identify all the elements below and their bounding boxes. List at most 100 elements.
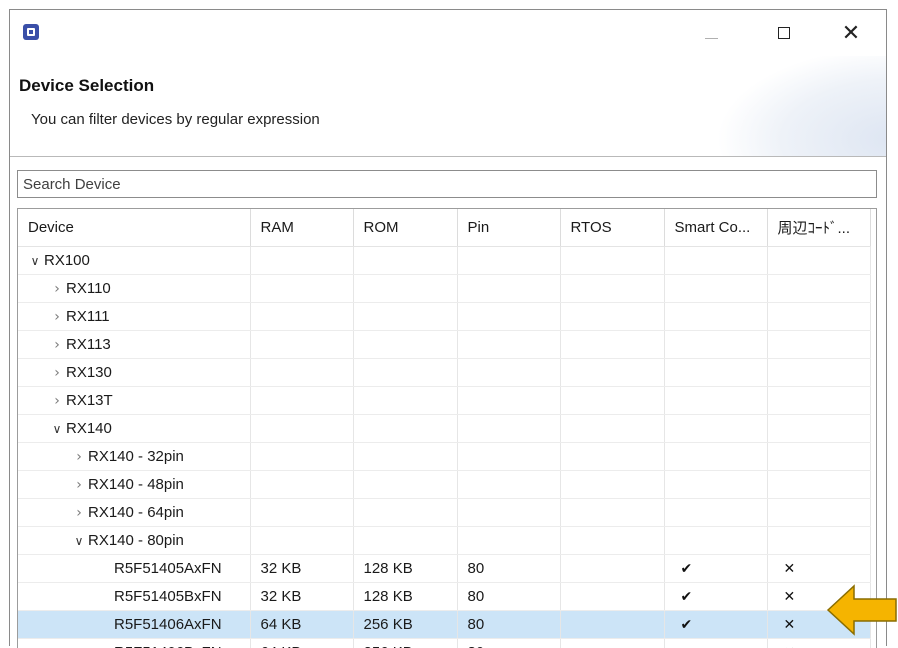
table-row[interactable]: ∨RX140 bbox=[18, 415, 870, 443]
ram-value: 32 KB bbox=[261, 588, 302, 605]
header-decoration bbox=[716, 56, 886, 156]
device-cell[interactable]: ›RX113 bbox=[18, 331, 250, 359]
chevron-down-icon[interactable]: ∨ bbox=[48, 422, 66, 436]
table-row[interactable]: R5F51405BxFN32 KB128 KB80✔✕ bbox=[18, 583, 870, 611]
table-row[interactable]: R5F51405AxFN32 KB128 KB80✔✕ bbox=[18, 555, 870, 583]
device-name: RX100 bbox=[44, 252, 90, 269]
column-header-peripheral-code[interactable]: 周辺ｺｰﾄﾞ... bbox=[767, 209, 870, 247]
chevron-right-icon[interactable]: › bbox=[48, 365, 66, 381]
cross-icon bbox=[778, 337, 784, 353]
table-row[interactable]: ›RX13T bbox=[18, 387, 870, 415]
smart-configurator-cell bbox=[664, 359, 767, 387]
maximize-button[interactable] bbox=[764, 20, 804, 48]
chevron-right-icon[interactable]: › bbox=[48, 393, 66, 409]
close-button[interactable]: ✕ bbox=[831, 20, 871, 48]
ram-cell bbox=[250, 471, 353, 499]
device-name: RX110 bbox=[66, 280, 111, 297]
column-header-device[interactable]: Device bbox=[18, 209, 250, 247]
device-cell[interactable]: ∨RX140 - 80pin bbox=[18, 527, 250, 555]
ram-cell bbox=[250, 527, 353, 555]
device-table[interactable]: Device RAM ROM Pin RTOS Smart Co... 周辺ｺｰ… bbox=[17, 208, 877, 648]
ram-value: 32 KB bbox=[261, 560, 302, 577]
peripheral-code-cell bbox=[767, 331, 870, 359]
pin-cell bbox=[457, 527, 560, 555]
device-cell[interactable]: ›RX110 bbox=[18, 275, 250, 303]
column-header-ram[interactable]: RAM bbox=[250, 209, 353, 247]
device-cell[interactable]: R5F51405BxFN bbox=[18, 583, 250, 611]
cross-icon bbox=[778, 393, 784, 409]
smart-configurator-cell bbox=[664, 443, 767, 471]
ram-cell bbox=[250, 247, 353, 275]
table-row[interactable]: ›RX130 bbox=[18, 359, 870, 387]
device-name: R5F51406AxFN bbox=[114, 616, 222, 633]
rom-cell bbox=[353, 331, 457, 359]
cross-icon bbox=[778, 477, 784, 493]
ram-cell bbox=[250, 415, 353, 443]
table-row[interactable]: ›RX110 bbox=[18, 275, 870, 303]
table-row[interactable]: R5F51406AxFN64 KB256 KB80✔✕ bbox=[18, 611, 870, 639]
rom-value: 128 KB bbox=[364, 560, 413, 577]
column-header-pin[interactable]: Pin bbox=[457, 209, 560, 247]
rtos-cell bbox=[560, 247, 664, 275]
ram-cell: 32 KB bbox=[250, 583, 353, 611]
table-row[interactable]: ›RX140 - 32pin bbox=[18, 443, 870, 471]
rtos-cell bbox=[560, 443, 664, 471]
device-cell[interactable]: R5F51406BxFN bbox=[18, 639, 250, 648]
device-cell[interactable]: ›RX140 - 64pin bbox=[18, 499, 250, 527]
ram-cell: 32 KB bbox=[250, 555, 353, 583]
column-header-rom[interactable]: ROM bbox=[353, 209, 457, 247]
chevron-down-icon[interactable]: ∨ bbox=[26, 254, 44, 268]
device-cell[interactable]: ∨RX100 bbox=[18, 247, 250, 275]
ram-cell bbox=[250, 499, 353, 527]
chevron-right-icon[interactable]: › bbox=[48, 337, 66, 353]
device-cell[interactable]: ∨RX140 bbox=[18, 415, 250, 443]
column-header-smart-configurator[interactable]: Smart Co... bbox=[664, 209, 767, 247]
close-icon: ✕ bbox=[842, 21, 860, 46]
rom-cell bbox=[353, 527, 457, 555]
app-chip-icon bbox=[23, 24, 39, 40]
table-row[interactable]: ›RX140 - 48pin bbox=[18, 471, 870, 499]
device-cell[interactable]: R5F51406AxFN bbox=[18, 611, 250, 639]
rom-cell bbox=[353, 303, 457, 331]
pin-cell: 80 bbox=[457, 583, 560, 611]
minimize-button[interactable] bbox=[691, 20, 731, 48]
rom-cell bbox=[353, 387, 457, 415]
device-cell[interactable]: ›RX130 bbox=[18, 359, 250, 387]
peripheral-code-cell bbox=[767, 415, 870, 443]
peripheral-code-cell bbox=[767, 443, 870, 471]
rom-value: 128 KB bbox=[364, 588, 413, 605]
search-input[interactable] bbox=[18, 171, 876, 197]
page-subtitle: You can filter devices by regular expres… bbox=[31, 111, 320, 128]
check-icon bbox=[675, 477, 681, 493]
rtos-cell bbox=[560, 331, 664, 359]
peripheral-code-cell: ✕ bbox=[767, 555, 870, 583]
table-row[interactable]: R5F51406BxFN64 KB256 KB80✔✕ bbox=[18, 639, 870, 648]
table-row[interactable]: ∨RX100 bbox=[18, 247, 870, 275]
chevron-right-icon[interactable]: › bbox=[70, 449, 88, 465]
device-name: RX140 - 32pin bbox=[88, 448, 184, 465]
annotation-arrow bbox=[826, 583, 898, 637]
column-header-rtos[interactable]: RTOS bbox=[560, 209, 664, 247]
cross-icon: ✕ bbox=[778, 617, 796, 633]
device-name: RX130 bbox=[66, 364, 112, 381]
chevron-right-icon[interactable]: › bbox=[70, 477, 88, 493]
rtos-cell bbox=[560, 555, 664, 583]
check-icon bbox=[675, 365, 681, 381]
chevron-right-icon[interactable]: › bbox=[48, 309, 66, 325]
device-cell[interactable]: ›RX111 bbox=[18, 303, 250, 331]
table-row[interactable]: ›RX113 bbox=[18, 331, 870, 359]
search-box[interactable] bbox=[17, 170, 877, 198]
device-cell[interactable]: ›RX13T bbox=[18, 387, 250, 415]
table-row[interactable]: ›RX140 - 64pin bbox=[18, 499, 870, 527]
table-row[interactable]: ›RX111 bbox=[18, 303, 870, 331]
chevron-right-icon[interactable]: › bbox=[48, 281, 66, 297]
chevron-right-icon[interactable]: › bbox=[70, 505, 88, 521]
table-row[interactable]: ∨RX140 - 80pin bbox=[18, 527, 870, 555]
device-selection-dialog: ✕ Device Selection You can filter device… bbox=[9, 9, 887, 646]
device-name: RX13T bbox=[66, 392, 113, 409]
device-cell[interactable]: R5F51405AxFN bbox=[18, 555, 250, 583]
device-cell[interactable]: ›RX140 - 32pin bbox=[18, 443, 250, 471]
rtos-cell bbox=[560, 275, 664, 303]
chevron-down-icon[interactable]: ∨ bbox=[70, 534, 88, 548]
device-cell[interactable]: ›RX140 - 48pin bbox=[18, 471, 250, 499]
